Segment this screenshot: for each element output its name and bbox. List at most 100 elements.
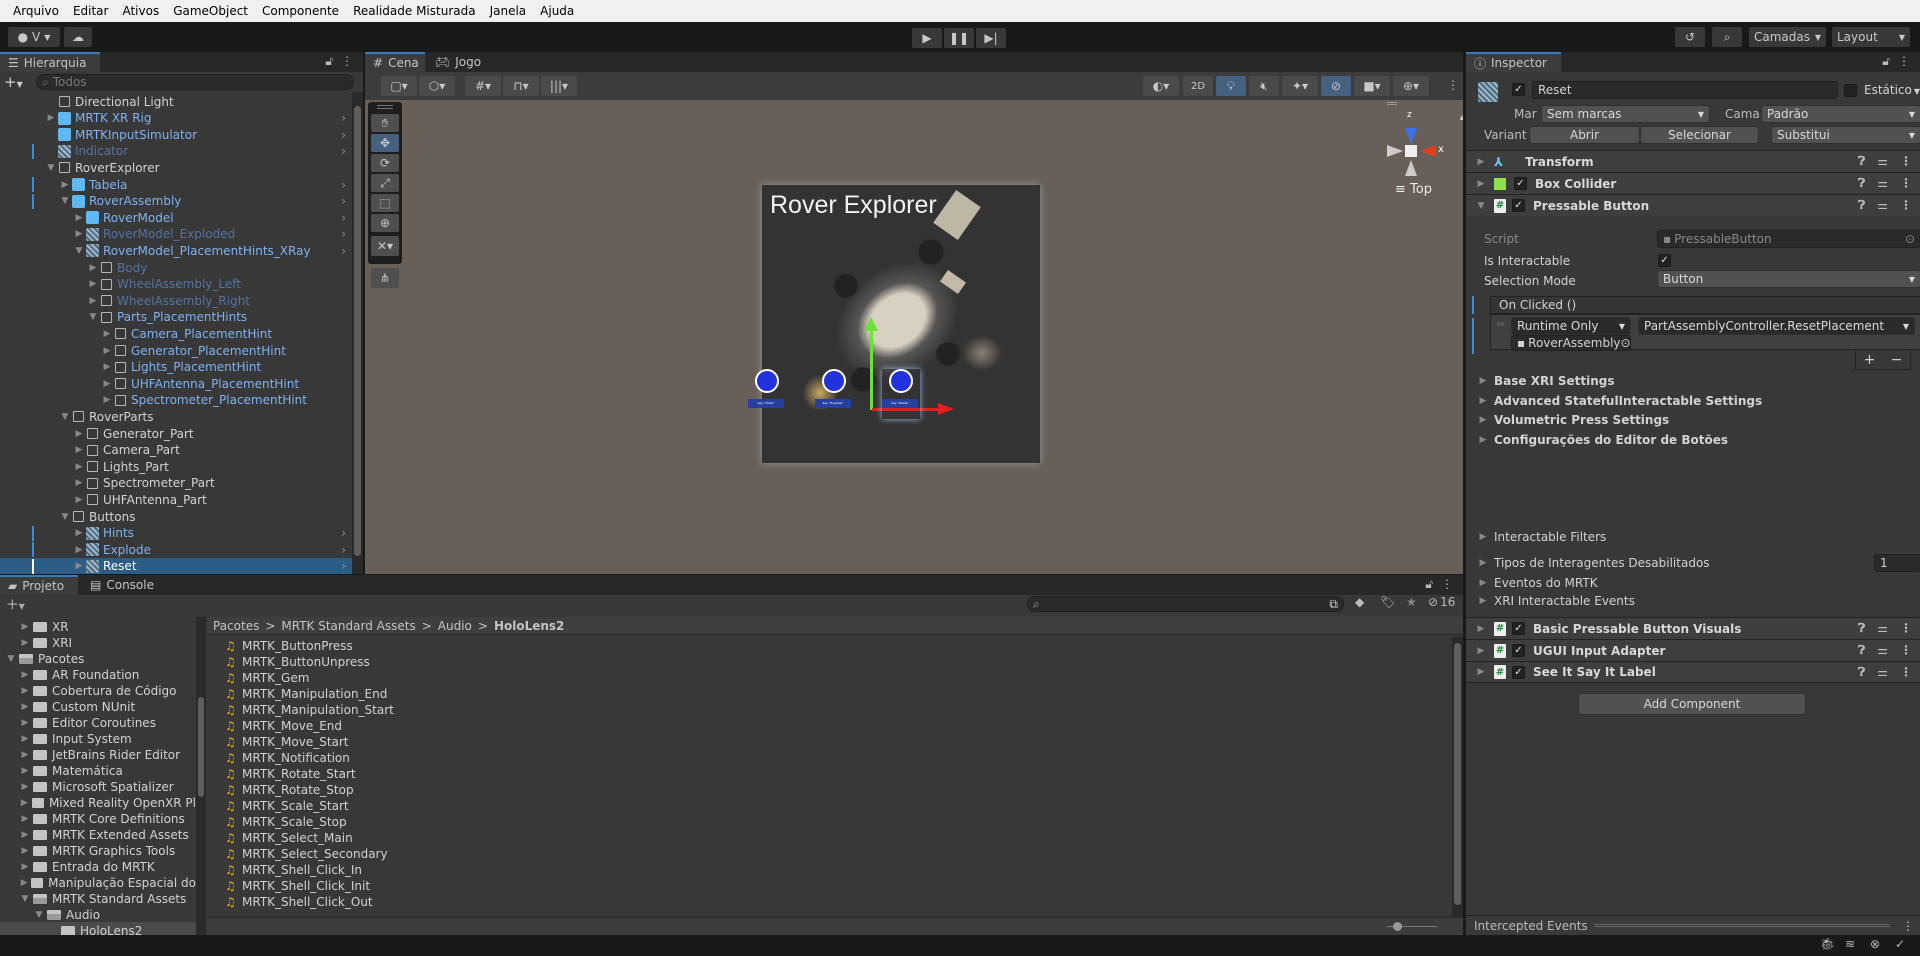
more-menu-icon[interactable]: ⋮ bbox=[1900, 643, 1912, 658]
settings-foldout[interactable]: ▶Advanced StatefulInteractable Settings bbox=[1478, 394, 1762, 408]
folder-item[interactable]: ▶Entrada do MRTK bbox=[0, 858, 196, 875]
folder-item[interactable]: ▼Pacotes bbox=[0, 650, 196, 667]
open-prefab-button[interactable]: Abrir bbox=[1529, 126, 1640, 144]
gameobject-icon[interactable] bbox=[1478, 82, 1498, 102]
open-prefab-chevron-icon[interactable]: › bbox=[341, 227, 346, 241]
expanded-arrow-icon[interactable]: ▼ bbox=[34, 910, 44, 920]
tab-inspector[interactable]: ⓘInspector bbox=[1466, 52, 1561, 72]
help-icon[interactable]: ❓︎ bbox=[1858, 621, 1865, 636]
expanded-arrow-icon[interactable]: ▼ bbox=[60, 512, 70, 522]
folder-item[interactable]: ▶Custom NUnit bbox=[0, 698, 196, 715]
collapsed-arrow-icon[interactable]: ▶ bbox=[20, 862, 30, 872]
disabled-interactor-types-foldout[interactable]: ▶Tipos de Interagentes Desabilitados bbox=[1478, 556, 1710, 570]
gizmo-neg-z-cone[interactable] bbox=[1405, 160, 1417, 176]
play-button[interactable]: ▶ bbox=[912, 28, 942, 48]
expanded-arrow-icon[interactable]: ▼ bbox=[74, 246, 84, 256]
gizmo-z-cone[interactable] bbox=[1405, 128, 1417, 144]
scrollbar-thumb[interactable] bbox=[198, 697, 204, 797]
hand-tool[interactable]: ✋︎ bbox=[371, 114, 399, 132]
camera-dropdown[interactable]: ■▾ bbox=[1354, 76, 1390, 96]
asset-item[interactable]: ♫MRTK_Move_Start bbox=[225, 733, 349, 750]
collapsed-arrow-icon[interactable]: ▶ bbox=[20, 878, 28, 888]
hierarchy-item[interactable]: ▶Generator_Part bbox=[0, 425, 352, 442]
collapsed-arrow-icon[interactable]: ▶ bbox=[20, 814, 30, 824]
more-menu-icon[interactable]: ⋮ bbox=[1447, 78, 1459, 92]
more-menu-icon[interactable]: ⋮ bbox=[1900, 665, 1912, 680]
component-basic-pressable-button-visuals[interactable]: ▶#✓Basic Pressable Button Visuals❓︎⚌⋮ bbox=[1466, 617, 1920, 639]
menu-item[interactable]: Ativos bbox=[115, 4, 166, 18]
folder-item[interactable]: ▶MRTK Graphics Tools bbox=[0, 842, 196, 859]
folder-item[interactable]: ▶Matemática bbox=[0, 762, 196, 779]
presets-icon[interactable]: ⚌ bbox=[1877, 198, 1888, 213]
hierarchy-item[interactable]: ▶Tabela› bbox=[0, 176, 352, 193]
drag-handle[interactable] bbox=[1594, 924, 1890, 927]
collapsed-arrow-icon[interactable]: ▶ bbox=[20, 830, 30, 840]
asset-item[interactable]: ♫MRTK_Select_Secondary bbox=[225, 845, 388, 862]
help-icon[interactable]: ❓︎ bbox=[1858, 643, 1865, 658]
asset-list-scrollbar[interactable] bbox=[1452, 637, 1463, 917]
presets-icon[interactable]: ⚌ bbox=[1877, 621, 1888, 636]
tab-console[interactable]: ▤Console bbox=[82, 575, 162, 595]
menu-item[interactable]: Componente bbox=[255, 4, 346, 18]
collapsed-arrow-icon[interactable]: ▶ bbox=[102, 346, 112, 356]
tab-scene[interactable]: #Cena bbox=[365, 52, 425, 72]
hierarchy-item[interactable]: ▶Generator_PlacementHint bbox=[0, 342, 352, 359]
hierarchy-item[interactable]: ▶RoverModel› bbox=[0, 209, 352, 226]
collapsed-arrow-icon[interactable]: ▶ bbox=[20, 670, 30, 680]
asset-item[interactable]: ♫MRTK_Scale_Start bbox=[225, 797, 349, 814]
asset-item[interactable]: ♫MRTK_Manipulation_End bbox=[225, 685, 387, 702]
hidden-packages-toggle[interactable]: ⊘16 bbox=[1428, 595, 1455, 609]
visibility-toggle[interactable]: ⊘ bbox=[1321, 76, 1351, 96]
intercepted-events-bar[interactable]: Intercepted Events ⋮ bbox=[1466, 915, 1920, 935]
move-tool[interactable]: ✥ bbox=[371, 134, 399, 152]
hierarchy-item[interactable]: ▶UHFAntenna_PlacementHint bbox=[0, 375, 352, 392]
collapsed-arrow-icon[interactable]: ▶ bbox=[20, 766, 30, 776]
asset-item[interactable]: ♫MRTK_Notification bbox=[225, 749, 350, 766]
scrollbar-thumb[interactable] bbox=[354, 106, 361, 556]
collapsed-arrow-icon[interactable]: ▶ bbox=[88, 279, 98, 289]
mrtk-events-foldout[interactable]: ▶Eventos do MRTK bbox=[1478, 576, 1598, 590]
hierarchy-item[interactable]: ▶Spectrometer_PlacementHint bbox=[0, 392, 352, 409]
more-menu-icon[interactable]: ⋮ bbox=[1900, 621, 1912, 636]
folder-item[interactable]: ▼Audio bbox=[0, 906, 196, 923]
more-menu-icon[interactable]: ⋮ bbox=[1900, 154, 1912, 169]
collapsed-arrow-icon[interactable]: ▶ bbox=[102, 395, 112, 405]
collapsed-arrow-icon[interactable]: ▶ bbox=[74, 545, 84, 555]
reorder-handle-icon[interactable]: ═ bbox=[1497, 317, 1504, 331]
help-icon[interactable]: ❓︎ bbox=[1858, 665, 1865, 680]
add-component-button[interactable]: Add Component bbox=[1578, 693, 1806, 715]
create-asset-button[interactable]: +▼ bbox=[6, 595, 25, 613]
rotate-tool[interactable]: ⟳ bbox=[371, 154, 399, 172]
object-picker-icon[interactable]: ⊙ bbox=[1621, 336, 1631, 350]
audio-toggle[interactable]: 🔇︎ bbox=[1249, 76, 1279, 96]
asset-item[interactable]: ♫MRTK_Gem bbox=[225, 669, 309, 686]
help-icon[interactable]: ❓︎ bbox=[1858, 176, 1865, 191]
folder-item[interactable]: ▶XRI bbox=[0, 634, 196, 651]
open-prefab-chevron-icon[interactable]: › bbox=[341, 526, 346, 540]
hierarchy-search-input[interactable]: ⌕Todos bbox=[36, 74, 354, 90]
xri-events-foldout[interactable]: ▶XRI Interactable Events bbox=[1478, 594, 1635, 608]
gizmo-x-cone[interactable] bbox=[1420, 145, 1436, 157]
asset-item[interactable]: ♫MRTK_Move_End bbox=[225, 717, 342, 734]
asset-item[interactable]: ♫MRTK_ButtonUnpress bbox=[225, 653, 370, 670]
render-mode-dropdown[interactable]: ◐▾ bbox=[1143, 76, 1179, 96]
hierarchy-item[interactable]: ▶MRTK XR Rig› bbox=[0, 110, 352, 127]
collapsed-arrow-icon[interactable]: ▶ bbox=[74, 229, 84, 239]
folder-item[interactable]: ▶Editor Coroutines bbox=[0, 714, 196, 731]
presets-icon[interactable]: ⚌ bbox=[1877, 176, 1888, 191]
object-name-input[interactable]: Reset bbox=[1532, 81, 1838, 99]
selection-mode-dropdown[interactable]: Button▼ bbox=[1657, 270, 1920, 288]
lock-icon[interactable]: 🔓︎ bbox=[1882, 54, 1890, 69]
breadcrumb-item[interactable]: Pacotes bbox=[213, 619, 259, 633]
step-button[interactable]: ▶| bbox=[976, 28, 1006, 48]
enabled-checkbox[interactable]: ✓ bbox=[1512, 199, 1525, 212]
open-prefab-chevron-icon[interactable]: › bbox=[341, 111, 346, 125]
hierarchy-item[interactable]: ▼Buttons bbox=[0, 508, 352, 525]
settings-foldout[interactable]: ▶Base XRI Settings bbox=[1478, 374, 1614, 388]
checkmark-icon[interactable]: ✓ bbox=[1895, 937, 1905, 951]
menu-item[interactable]: Realidade Misturada bbox=[346, 4, 483, 18]
component-ugui-input-adapter[interactable]: ▶#✓UGUI Input Adapter❓︎⚌⋮ bbox=[1466, 639, 1920, 661]
layer-dropdown[interactable]: Padrão▼ bbox=[1761, 105, 1920, 123]
hierarchy-item[interactable]: MRTKInputSimulator› bbox=[0, 126, 352, 143]
asset-item[interactable]: ♫MRTK_Manipulation_Start bbox=[225, 701, 394, 718]
